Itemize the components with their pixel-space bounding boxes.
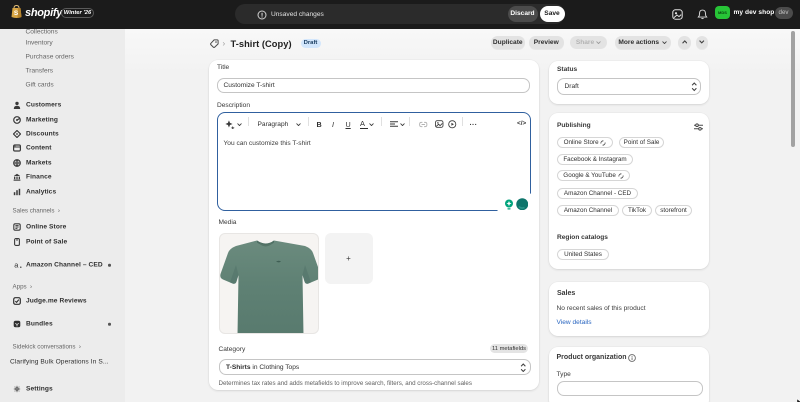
svg-text:S: S [14, 10, 19, 17]
svg-text:a: a [14, 261, 19, 269]
